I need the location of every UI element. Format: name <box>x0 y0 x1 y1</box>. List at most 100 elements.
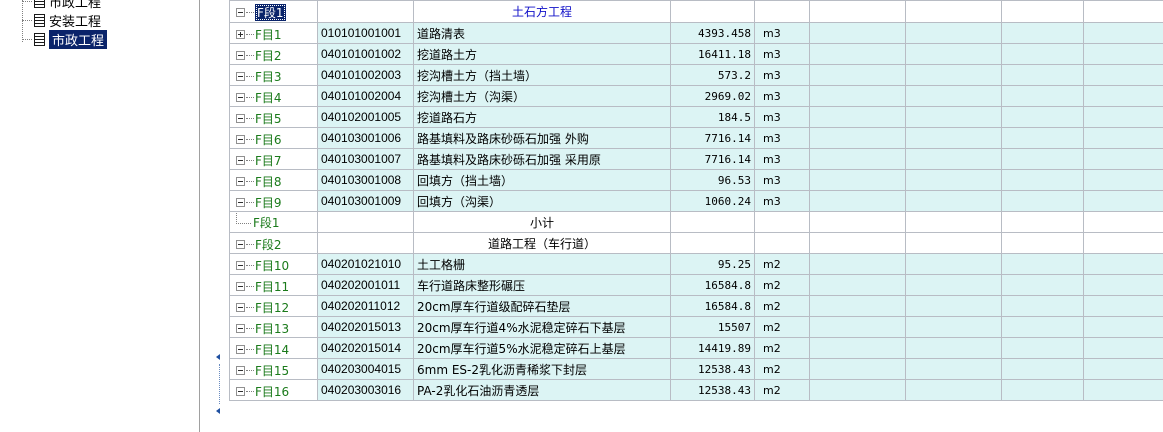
tree-cell[interactable]: F目9 <box>229 190 318 212</box>
empty-cell[interactable] <box>809 253 906 275</box>
empty-cell[interactable] <box>1001 22 1084 44</box>
tree-cell[interactable]: F目5 <box>229 106 318 128</box>
empty-cell[interactable] <box>905 0 1002 23</box>
quantity-cell[interactable] <box>670 0 755 23</box>
quantity-cell[interactable]: 15507 <box>670 316 755 338</box>
tree-item-municipal-2[interactable]: 市政工程 <box>22 30 108 49</box>
unit-cell[interactable]: m2 <box>754 379 810 401</box>
empty-cell[interactable] <box>1001 253 1084 275</box>
collapse-icon[interactable] <box>236 92 245 102</box>
unit-cell[interactable]: m3 <box>754 190 810 212</box>
empty-cell[interactable] <box>1083 43 1163 65</box>
expand-icon[interactable] <box>236 29 245 39</box>
code-cell[interactable]: 040103001007 <box>317 148 414 170</box>
tree-cell[interactable]: F目8 <box>229 169 318 191</box>
empty-cell[interactable] <box>905 190 1002 212</box>
unit-cell[interactable]: m3 <box>754 64 810 86</box>
quantity-cell[interactable]: 7716.14 <box>670 148 755 170</box>
tree-cell[interactable]: F目11 <box>229 274 318 296</box>
table-row[interactable]: F目9 040103001009 回填方（沟渠） 1060.24 m3 <box>229 190 1163 212</box>
empty-cell[interactable] <box>1001 379 1084 401</box>
name-cell[interactable]: 小计 <box>413 211 671 233</box>
quantity-cell[interactable]: 184.5 <box>670 106 755 128</box>
empty-cell[interactable] <box>1083 232 1163 254</box>
name-cell[interactable]: 土工格栅 <box>413 253 671 275</box>
code-cell[interactable]: 040103001008 <box>317 169 414 191</box>
empty-cell[interactable] <box>1083 64 1163 86</box>
collapse-icon[interactable] <box>236 302 245 312</box>
empty-cell[interactable] <box>905 85 1002 107</box>
collapse-icon[interactable] <box>236 134 245 144</box>
empty-cell[interactable] <box>905 211 1002 233</box>
table-row[interactable]: F目11 040202001011 车行道路床整形碾压 16584.8 m2 <box>229 274 1163 296</box>
quantity-cell[interactable]: 96.53 <box>670 169 755 191</box>
code-cell[interactable]: 040202015014 <box>317 337 414 359</box>
empty-cell[interactable] <box>1001 232 1084 254</box>
name-cell[interactable]: 回填方（沟渠） <box>413 190 671 212</box>
code-cell[interactable] <box>317 0 414 23</box>
collapse-icon[interactable] <box>236 386 245 396</box>
collapse-icon[interactable] <box>236 8 245 18</box>
name-cell[interactable]: 挖道路石方 <box>413 106 671 128</box>
unit-cell[interactable]: m3 <box>754 85 810 107</box>
name-cell[interactable]: 6mm ES-2乳化沥青稀浆下封层 <box>413 358 671 380</box>
empty-cell[interactable] <box>1001 169 1084 191</box>
empty-cell[interactable] <box>809 337 906 359</box>
tree-item-installation[interactable]: 安装工程 <box>22 12 101 30</box>
code-cell[interactable]: 040101002004 <box>317 85 414 107</box>
tree-cell[interactable]: F段1 <box>229 211 318 233</box>
empty-cell[interactable] <box>1083 0 1163 23</box>
unit-cell[interactable]: m3 <box>754 148 810 170</box>
collapse-panel-handle[interactable] <box>216 354 222 416</box>
name-cell[interactable]: 土石方工程 <box>413 0 671 23</box>
unit-cell[interactable]: m2 <box>754 358 810 380</box>
name-cell[interactable]: 20cm厚车行道级配碎石垫层 <box>413 295 671 317</box>
name-cell[interactable]: 道路工程（车行道） <box>413 232 671 254</box>
name-cell[interactable]: 路基填料及路床砂砾石加强 外购 <box>413 127 671 149</box>
tree-cell[interactable]: F目6 <box>229 127 318 149</box>
empty-cell[interactable] <box>809 274 906 296</box>
empty-cell[interactable] <box>1001 0 1084 23</box>
empty-cell[interactable] <box>809 0 906 23</box>
quantity-cell[interactable]: 1060.24 <box>670 190 755 212</box>
quantity-cell[interactable]: 16584.8 <box>670 295 755 317</box>
empty-cell[interactable] <box>905 22 1002 44</box>
tree-cell[interactable]: F目4 <box>229 85 318 107</box>
empty-cell[interactable] <box>809 358 906 380</box>
code-cell[interactable]: 040202011012 <box>317 295 414 317</box>
collapse-icon[interactable] <box>236 239 245 249</box>
name-cell[interactable]: PA-2乳化石油沥青透层 <box>413 379 671 401</box>
collapse-icon[interactable] <box>236 344 245 354</box>
empty-cell[interactable] <box>809 127 906 149</box>
empty-cell[interactable] <box>905 253 1002 275</box>
table-row[interactable]: F目1 010101001001 道路清表 4393.458 m3 <box>229 22 1163 44</box>
tree-cell[interactable]: F目15 <box>229 358 318 380</box>
empty-cell[interactable] <box>1083 358 1163 380</box>
code-cell[interactable]: 040203004015 <box>317 358 414 380</box>
quantity-cell[interactable]: 12538.43 <box>670 358 755 380</box>
code-cell[interactable]: 040201021010 <box>317 253 414 275</box>
quantity-cell[interactable] <box>670 232 755 254</box>
collapse-icon[interactable] <box>236 50 245 60</box>
empty-cell[interactable] <box>905 64 1002 86</box>
name-cell[interactable]: 挖道路土方 <box>413 43 671 65</box>
table-row[interactable]: F目2 040101001002 挖道路土方 16411.18 m3 <box>229 43 1163 65</box>
empty-cell[interactable] <box>1083 169 1163 191</box>
tree-cell[interactable]: F目7 <box>229 148 318 170</box>
empty-cell[interactable] <box>809 148 906 170</box>
empty-cell[interactable] <box>905 148 1002 170</box>
empty-cell[interactable] <box>905 106 1002 128</box>
empty-cell[interactable] <box>1083 295 1163 317</box>
collapse-icon[interactable] <box>236 113 245 123</box>
code-cell[interactable]: 010101001001 <box>317 22 414 44</box>
empty-cell[interactable] <box>809 43 906 65</box>
empty-cell[interactable] <box>1083 22 1163 44</box>
empty-cell[interactable] <box>905 232 1002 254</box>
unit-cell[interactable] <box>754 0 810 23</box>
collapse-icon[interactable] <box>236 281 245 291</box>
empty-cell[interactable] <box>905 337 1002 359</box>
empty-cell[interactable] <box>1083 190 1163 212</box>
empty-cell[interactable] <box>1083 211 1163 233</box>
code-cell[interactable]: 040202015013 <box>317 316 414 338</box>
empty-cell[interactable] <box>1083 337 1163 359</box>
